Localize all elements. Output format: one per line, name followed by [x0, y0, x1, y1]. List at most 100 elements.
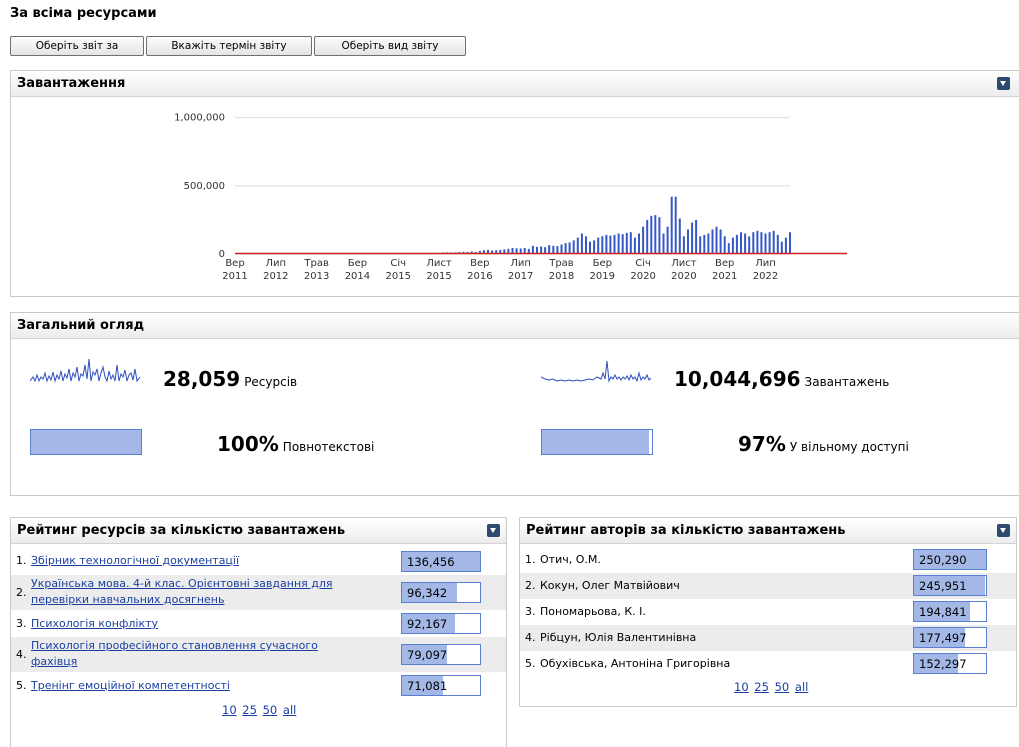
- overview-panel-title: Загальний огляд: [17, 318, 144, 333]
- chart-bar: [630, 232, 632, 254]
- report-period-button[interactable]: Вкажіть термін звіту: [146, 36, 312, 56]
- chart-bar: [752, 232, 754, 254]
- x-tick-label: Лип: [755, 258, 776, 269]
- downloads-sparkline-icon: [541, 355, 653, 385]
- page-size-link[interactable]: all: [283, 703, 296, 717]
- x-tick-label: 2016: [467, 271, 492, 282]
- chart-bar: [679, 219, 681, 255]
- resource-link[interactable]: Психологія професійного становлення суча…: [31, 639, 318, 652]
- x-tick-label: 2019: [590, 271, 615, 282]
- page-title: За всіма ресурсами: [10, 6, 157, 21]
- chart-bar: [589, 242, 591, 254]
- pagination: 10 25 50 all: [733, 680, 809, 694]
- resource-link[interactable]: Психологія конфлікту: [31, 617, 158, 630]
- chart-bar: [785, 238, 787, 254]
- page-size-link[interactable]: 10: [222, 703, 237, 717]
- page-size-link[interactable]: 25: [754, 680, 769, 694]
- fulltext-progress-bar: [30, 429, 142, 455]
- resource-link[interactable]: перевірки навчальних досягнень: [31, 593, 224, 606]
- list-item: 3.Психологія конфлікту92,167: [11, 610, 506, 637]
- resource-title: Збірник технологічної документації: [31, 553, 239, 569]
- value-count: 250,290: [919, 553, 967, 567]
- x-tick-label: Вер: [715, 258, 734, 269]
- x-tick-label: Січ: [635, 257, 651, 269]
- author-name: Отич, О.М.: [540, 552, 601, 568]
- page-size-link[interactable]: 25: [242, 703, 257, 717]
- chart-bar: [577, 238, 579, 254]
- chart-bar: [691, 223, 693, 254]
- open-access-progress-fill: [542, 430, 649, 454]
- resource-link[interactable]: Тренінг емоційної компетентності: [31, 679, 230, 692]
- value-bar: 136,456: [401, 551, 481, 572]
- collapse-toggle-icon[interactable]: [997, 77, 1010, 90]
- resources-count: 28,059: [163, 367, 240, 391]
- downloads-count: 10,044,696: [674, 367, 801, 391]
- chart-bar: [744, 234, 746, 255]
- page-size-link[interactable]: 50: [775, 680, 790, 694]
- chart-bar: [626, 233, 628, 254]
- resources-ranking-panel: Рейтинг ресурсів за кількістю завантажен…: [10, 517, 507, 747]
- value-count: 194,841: [919, 605, 967, 619]
- author-name: Обухівська, Антоніна Григорівна: [540, 656, 730, 672]
- chart-bar: [569, 242, 571, 254]
- resources-ranking-list: 1.Збірник технологічної документації136,…: [11, 545, 506, 745]
- resource-title: Тренінг емоційної компетентності: [31, 678, 230, 694]
- report-for-button[interactable]: Оберіть звіт за: [10, 36, 144, 56]
- list-item: 2.Кокун, Олег Матвійович245,951: [520, 573, 1016, 599]
- report-type-button[interactable]: Оберіть вид звіту: [314, 36, 466, 56]
- rank-number: 4.: [525, 631, 536, 644]
- overview-panel-header: Загальний огляд: [11, 313, 1019, 339]
- chart-bar: [695, 220, 697, 254]
- y-tick-label: 500,000: [184, 181, 225, 192]
- chart-bar: [663, 234, 665, 255]
- x-tick-label: Вер: [470, 258, 489, 269]
- authors-ranking-list: 1.Отич, О.М.250,2902.Кокун, Олег Матвійо…: [520, 545, 1016, 705]
- page-size-link[interactable]: all: [795, 680, 808, 694]
- chart-bar: [593, 240, 595, 254]
- chart-bar: [638, 234, 640, 255]
- list-item: 1.Отич, О.М.250,290: [520, 547, 1016, 573]
- collapse-toggle-icon[interactable]: [487, 524, 500, 537]
- chart-bar: [609, 236, 611, 254]
- chart-bar: [724, 236, 726, 254]
- author-name: Кокун, Олег Матвійович: [540, 578, 680, 594]
- value-bar: 177,497: [913, 627, 987, 648]
- chart-bar: [650, 216, 652, 254]
- downloads-panel-title: Завантаження: [17, 76, 125, 91]
- value-bar: 92,167: [401, 613, 481, 634]
- fulltext-progress-fill: [31, 430, 141, 454]
- resources-stat: 28,059 Ресурсів: [163, 367, 297, 391]
- page-size-link[interactable]: 10: [734, 680, 749, 694]
- value-bar: 194,841: [913, 601, 987, 622]
- chart-bar: [654, 215, 656, 254]
- chart-bar: [573, 240, 575, 254]
- chart-bar: [781, 242, 783, 254]
- list-item: 4.Психологія професійного становлення су…: [11, 637, 506, 672]
- overview-panel: Загальний огляд 28,059 Ресурсів 10,044,6…: [10, 312, 1019, 496]
- x-tick-label: Лист: [426, 258, 452, 269]
- x-tick-label: 2018: [549, 271, 574, 282]
- report-toolbar: Оберіть звіт за Вкажіть термін звіту Обе…: [10, 36, 468, 56]
- open-access-stat: 97% У вільному доступі: [738, 432, 909, 456]
- pagination: 10 25 50 all: [221, 703, 297, 717]
- rank-number: 2.: [525, 579, 536, 592]
- x-tick-label: 2012: [263, 271, 288, 282]
- resource-link[interactable]: Збірник технологічної документації: [31, 554, 239, 567]
- chart-bar: [561, 245, 563, 255]
- x-tick-label: Бер: [593, 258, 612, 269]
- resource-link[interactable]: фахівця: [31, 655, 77, 668]
- x-tick-label: 2015: [386, 271, 411, 282]
- chart-bar: [765, 234, 767, 255]
- collapse-toggle-icon[interactable]: [997, 524, 1010, 537]
- page-size-link[interactable]: 50: [263, 703, 278, 717]
- chart-bar: [614, 235, 616, 254]
- fulltext-stat: 100% Повнотекстові: [217, 432, 374, 456]
- resources-label: Ресурсів: [244, 375, 297, 389]
- resource-title: Українська мова. 4-й клас. Орієнтовні за…: [31, 576, 333, 608]
- chart-bar: [777, 235, 779, 254]
- authors-ranking-panel: Рейтинг авторів за кількістю завантажень…: [519, 517, 1017, 707]
- chart-bar: [683, 236, 685, 254]
- x-tick-label: Бер: [348, 258, 367, 269]
- value-bar: 79,097: [401, 644, 481, 665]
- resource-link[interactable]: Українська мова. 4-й клас. Орієнтовні за…: [31, 577, 333, 590]
